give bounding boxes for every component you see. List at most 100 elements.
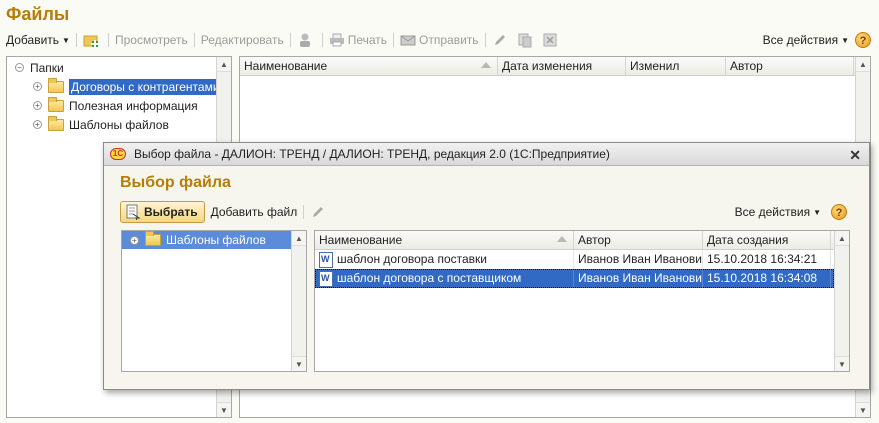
scroll-up-icon[interactable]: ▲ — [217, 57, 231, 72]
delete-button[interactable] — [542, 32, 561, 48]
dialog-titlebar[interactable]: 1С Выбор файла - ДАЛИОН: ТРЕНД / ДАЛИОН:… — [104, 143, 869, 166]
add-folder-icon — [83, 32, 99, 48]
create-folder-button[interactable] — [83, 32, 102, 48]
dialog-tree-item-templates[interactable]: + Шаблоны файлов — [122, 231, 291, 249]
send-button[interactable]: Отправить — [400, 32, 479, 48]
column-author-header[interactable]: Автор — [726, 57, 854, 75]
table-row[interactable]: шаблон договора поставки Иванов Иван Ива… — [315, 250, 834, 269]
chevron-down-icon: ▼ — [62, 35, 70, 45]
toolbar-divider — [393, 33, 395, 47]
add-button-label: Добавить — [6, 33, 60, 47]
scroll-down-icon[interactable]: ▼ — [856, 402, 870, 417]
all-actions-label: Все действия — [762, 33, 839, 47]
edit-pencil-button[interactable] — [492, 32, 511, 48]
expand-icon[interactable]: + — [33, 82, 42, 91]
all-actions-menu[interactable]: Все действия ▼ — [763, 33, 849, 47]
lock-button[interactable] — [297, 32, 316, 48]
dialog-toolbar: Выбрать Добавить файл Все действия ▼ ? — [120, 201, 847, 223]
grid-header: Наименование Автор Дата создания — [315, 231, 849, 250]
expand-icon[interactable]: + — [33, 101, 42, 110]
expand-icon[interactable]: + — [33, 120, 42, 129]
copy-document-icon — [517, 32, 533, 48]
dialog-grid-scrollbar[interactable]: ▲ ▼ — [834, 231, 849, 371]
dialog-window-title: Выбор файла - ДАЛИОН: ТРЕНД / ДАЛИОН: ТР… — [134, 147, 610, 161]
help-icon[interactable]: ? — [855, 32, 871, 48]
author-cell: Иванов Иван Иванович — [574, 250, 703, 269]
select-button-label: Выбрать — [144, 205, 198, 219]
delete-icon — [542, 32, 558, 48]
folder-icon — [48, 96, 64, 112]
page-title: Файлы — [6, 4, 70, 24]
dialog-files-grid[interactable]: Наименование Автор Дата создания шаблон … — [314, 230, 850, 372]
expand-icon[interactable]: + — [130, 235, 139, 245]
sort-icon — [481, 62, 491, 68]
close-icon[interactable]: ✕ — [849, 147, 861, 164]
pencil-icon — [310, 204, 326, 220]
main-toolbar: Добавить ▼ Просмотреть Редактировать Печ… — [6, 30, 871, 50]
column-modified-header[interactable]: Дата изменения — [498, 57, 626, 75]
tree-item-label: Шаблоны файлов — [69, 117, 169, 132]
view-button[interactable]: Просмотреть — [115, 33, 188, 47]
word-document-icon — [319, 251, 333, 268]
file-name: шаблон договора поставки — [337, 252, 487, 266]
toolbar-divider — [289, 33, 291, 47]
envelope-icon — [400, 32, 416, 48]
column-label: Наименование — [244, 59, 328, 73]
scroll-down-icon[interactable]: ▼ — [835, 356, 849, 371]
column-name-header[interactable]: Наименование — [315, 231, 574, 249]
dialog-folder-tree[interactable]: + Шаблоны файлов ▲ ▼ — [121, 230, 307, 372]
toolbar-divider — [193, 33, 195, 47]
send-button-label: Отправить — [419, 33, 479, 47]
tree-root[interactable]: − Папки — [7, 58, 231, 77]
all-actions-menu[interactable]: Все действия ▼ — [735, 205, 821, 219]
toolbar-divider — [303, 205, 305, 219]
dialog-tree-scrollbar[interactable]: ▲ ▼ — [291, 231, 306, 371]
scroll-up-icon[interactable]: ▲ — [292, 231, 306, 246]
printer-icon — [329, 32, 345, 48]
word-document-icon — [319, 270, 333, 287]
scroll-down-icon[interactable]: ▼ — [292, 356, 306, 371]
tree-root-label: Папки — [30, 60, 64, 75]
toolbar-divider — [107, 33, 109, 47]
scroll-down-icon[interactable]: ▼ — [217, 402, 231, 417]
scroll-up-icon[interactable]: ▲ — [835, 231, 849, 246]
file-name: шаблон договора с поставщиком — [337, 271, 522, 285]
copy-button[interactable] — [517, 32, 536, 48]
pencil-icon — [492, 32, 508, 48]
select-document-icon — [125, 204, 141, 221]
edit-pencil-button[interactable] — [310, 204, 329, 220]
tree-item-label: Шаблоны файлов — [166, 233, 266, 247]
tree-item-templates[interactable]: + Шаблоны файлов — [7, 115, 231, 134]
column-author-header[interactable]: Автор — [574, 231, 703, 249]
add-file-button[interactable]: Добавить файл — [211, 205, 298, 219]
add-button[interactable]: Добавить ▼ — [6, 33, 70, 47]
help-icon[interactable]: ? — [831, 204, 847, 220]
dialog-header: Выбор файла — [120, 174, 231, 191]
tree-item-useful-info[interactable]: + Полезная информация — [7, 96, 231, 115]
table-row-selected[interactable]: шаблон договора с поставщиком Иванов Ива… — [315, 269, 834, 288]
scroll-up-icon[interactable]: ▲ — [856, 57, 870, 72]
tree-item-contracts[interactable]: + Договоры с контрагентами — [7, 77, 231, 96]
column-modified-by-header[interactable]: Изменил — [626, 57, 726, 75]
all-actions-label: Все действия — [734, 205, 811, 219]
file-selection-dialog: 1С Выбор файла - ДАЛИОН: ТРЕНД / ДАЛИОН:… — [103, 142, 870, 390]
author-cell: Иванов Иван Иванович — [574, 269, 703, 288]
select-button[interactable]: Выбрать — [120, 201, 205, 223]
print-button[interactable]: Печать — [329, 32, 387, 48]
user-lock-icon — [297, 32, 313, 48]
column-name-header[interactable]: Наименование — [240, 57, 498, 75]
folder-icon — [48, 115, 64, 131]
collapse-icon[interactable]: − — [15, 63, 24, 72]
sort-icon — [557, 236, 567, 242]
column-label: Наименование — [319, 233, 403, 247]
created-cell: 15.10.2018 16:34:08 — [703, 269, 831, 288]
file-name-cell: шаблон договора с поставщиком — [315, 269, 574, 288]
folder-icon — [48, 77, 64, 93]
tree-item-label: Полезная информация — [69, 98, 198, 113]
column-created-header[interactable]: Дата создания — [703, 231, 831, 249]
toolbar-divider — [75, 33, 77, 47]
file-name-cell: шаблон договора поставки — [315, 250, 574, 269]
toolbar-divider — [484, 33, 486, 47]
edit-button[interactable]: Редактировать — [201, 33, 284, 47]
created-cell: 15.10.2018 16:34:21 — [703, 250, 831, 269]
